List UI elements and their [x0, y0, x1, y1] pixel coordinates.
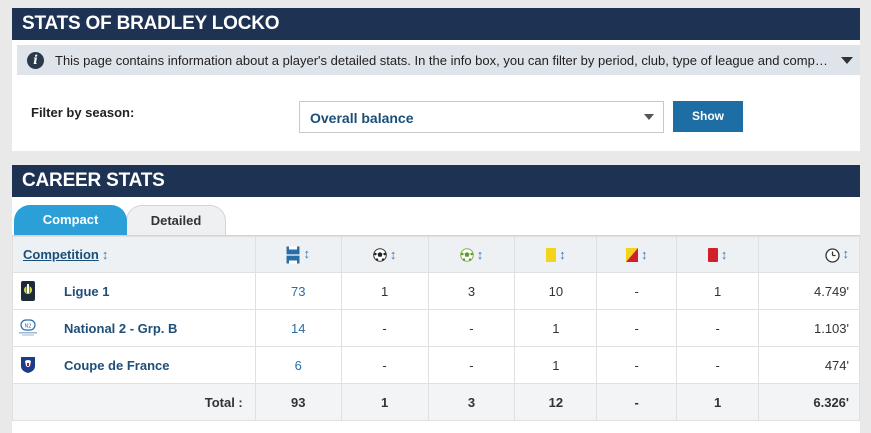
goals-header[interactable]: ↕	[340, 236, 429, 273]
red-cards-cell: -	[676, 346, 760, 384]
sort-icon[interactable]: ↕	[303, 246, 310, 261]
total-row: Total : 93 1 3 12 - 1 6.326'	[12, 383, 860, 421]
table-header-row: Competition ↕ ↕ ↕ ↕ ↕ ↕ ↕ ↕	[12, 236, 860, 273]
career-stats-title: CAREER STATS	[12, 165, 860, 197]
season-select-value: Overall balance	[310, 110, 414, 126]
appearances-header[interactable]: ↕	[254, 236, 342, 273]
info-bar[interactable]: i This page contains information about a…	[17, 45, 860, 75]
assists-cell: -	[427, 309, 516, 347]
yellow-cards-header[interactable]: ↕	[514, 236, 598, 273]
red-cards-cell: 1	[676, 272, 760, 310]
competition-header[interactable]: Competition ↕	[12, 236, 256, 273]
info-text: This page contains information about a p…	[55, 52, 833, 68]
minutes-cell: 1.103'	[758, 309, 860, 347]
table-row: Coupe de France 6 - - 1 - - 474'	[12, 346, 860, 384]
yellow-cards-cell: 10	[514, 272, 598, 310]
second-yellow-cell: -	[596, 346, 678, 384]
yellow-cards-cell: 1	[514, 346, 598, 384]
appearances-value[interactable]: 6	[295, 358, 302, 373]
minutes-header[interactable]: ↕	[758, 236, 860, 273]
page-title: STATS OF BRADLEY LOCKO	[12, 8, 860, 40]
goals-cell: -	[340, 309, 429, 347]
tab-compact[interactable]: Compact	[14, 205, 127, 236]
total-appearances: 93	[254, 383, 342, 421]
tab-detailed[interactable]: Detailed	[126, 205, 226, 236]
ligue1-logo-icon	[13, 281, 43, 301]
appearances-value[interactable]: 73	[291, 284, 305, 299]
assists-icon	[459, 248, 474, 263]
minutes-icon	[824, 247, 840, 263]
appearances-value[interactable]: 14	[291, 321, 305, 336]
second-yellow-cell: -	[596, 309, 678, 347]
second-yellow-icon	[625, 248, 638, 263]
goals-cell: -	[340, 346, 429, 384]
appearances-cell[interactable]: 73	[254, 272, 342, 310]
competition-name[interactable]: National 2 - Grp. B	[64, 321, 177, 336]
career-stats-table: Competition ↕ ↕ ↕ ↕ ↕ ↕ ↕ ↕ Ligue 1 73 1…	[12, 236, 860, 421]
coupe-de-france-logo-icon	[13, 356, 43, 374]
svg-text:N2: N2	[25, 324, 32, 330]
second-yellow-cell: -	[596, 272, 678, 310]
appearances-cell[interactable]: 14	[254, 309, 342, 347]
red-card-icon	[707, 248, 718, 263]
competition-header-label[interactable]: Competition	[23, 247, 99, 262]
total-red-cards: 1	[676, 383, 760, 421]
competition-name[interactable]: Ligue 1	[64, 284, 110, 299]
tab-bar: Detailed Compact	[12, 205, 860, 236]
total-yellow-cards: 12	[514, 383, 598, 421]
total-label: Total :	[12, 383, 256, 421]
assists-header[interactable]: ↕	[427, 236, 516, 273]
competition-cell: N2 National 2 - Grp. B	[12, 309, 256, 347]
total-second-yellow: -	[596, 383, 678, 421]
info-icon: i	[27, 51, 44, 69]
minutes-cell: 474'	[758, 346, 860, 384]
goals-icon	[373, 248, 387, 263]
season-select[interactable]: Overall balance	[299, 101, 664, 133]
yellow-cards-cell: 1	[514, 309, 598, 347]
sort-icon[interactable]: ↕	[559, 247, 566, 262]
sort-icon[interactable]: ↕	[477, 247, 484, 262]
second-yellow-header[interactable]: ↕	[596, 236, 678, 273]
chevron-down-icon	[644, 114, 654, 120]
sort-icon[interactable]: ↕	[721, 247, 728, 262]
total-minutes: 6.326'	[758, 383, 860, 421]
assists-cell: -	[427, 346, 516, 384]
sort-icon[interactable]: ↕	[641, 247, 648, 262]
show-button[interactable]: Show	[673, 101, 743, 132]
red-cards-header[interactable]: ↕	[676, 236, 760, 273]
filter-label: Filter by season:	[31, 105, 135, 120]
red-cards-cell: -	[676, 309, 760, 347]
sort-icon[interactable]: ↕	[102, 247, 109, 262]
appearances-cell[interactable]: 6	[254, 346, 342, 384]
competition-cell: Ligue 1	[12, 272, 256, 310]
total-goals: 1	[340, 383, 429, 421]
player-stats-panel: STATS OF BRADLEY LOCKO i This page conta…	[12, 8, 860, 151]
goals-cell: 1	[340, 272, 429, 310]
table-row: Ligue 1 73 1 3 10 - 1 4.749'	[12, 272, 860, 310]
expand-caret-icon[interactable]	[841, 56, 853, 64]
sort-icon[interactable]: ↕	[843, 246, 850, 261]
assists-cell: 3	[427, 272, 516, 310]
total-assists: 3	[427, 383, 516, 421]
minutes-cell: 4.749'	[758, 272, 860, 310]
competition-name[interactable]: Coupe de France	[64, 358, 169, 373]
table-row: N2 National 2 - Grp. B 14 - - 1 - - 1.10…	[12, 309, 860, 347]
yellow-card-icon	[546, 248, 557, 263]
national2-logo-icon: N2	[13, 319, 43, 337]
sort-icon[interactable]: ↕	[390, 247, 397, 262]
competition-cell: Coupe de France	[12, 346, 256, 384]
career-stats-panel: CAREER STATS Detailed Compact Competitio…	[12, 165, 860, 433]
appearances-icon	[286, 246, 300, 263]
